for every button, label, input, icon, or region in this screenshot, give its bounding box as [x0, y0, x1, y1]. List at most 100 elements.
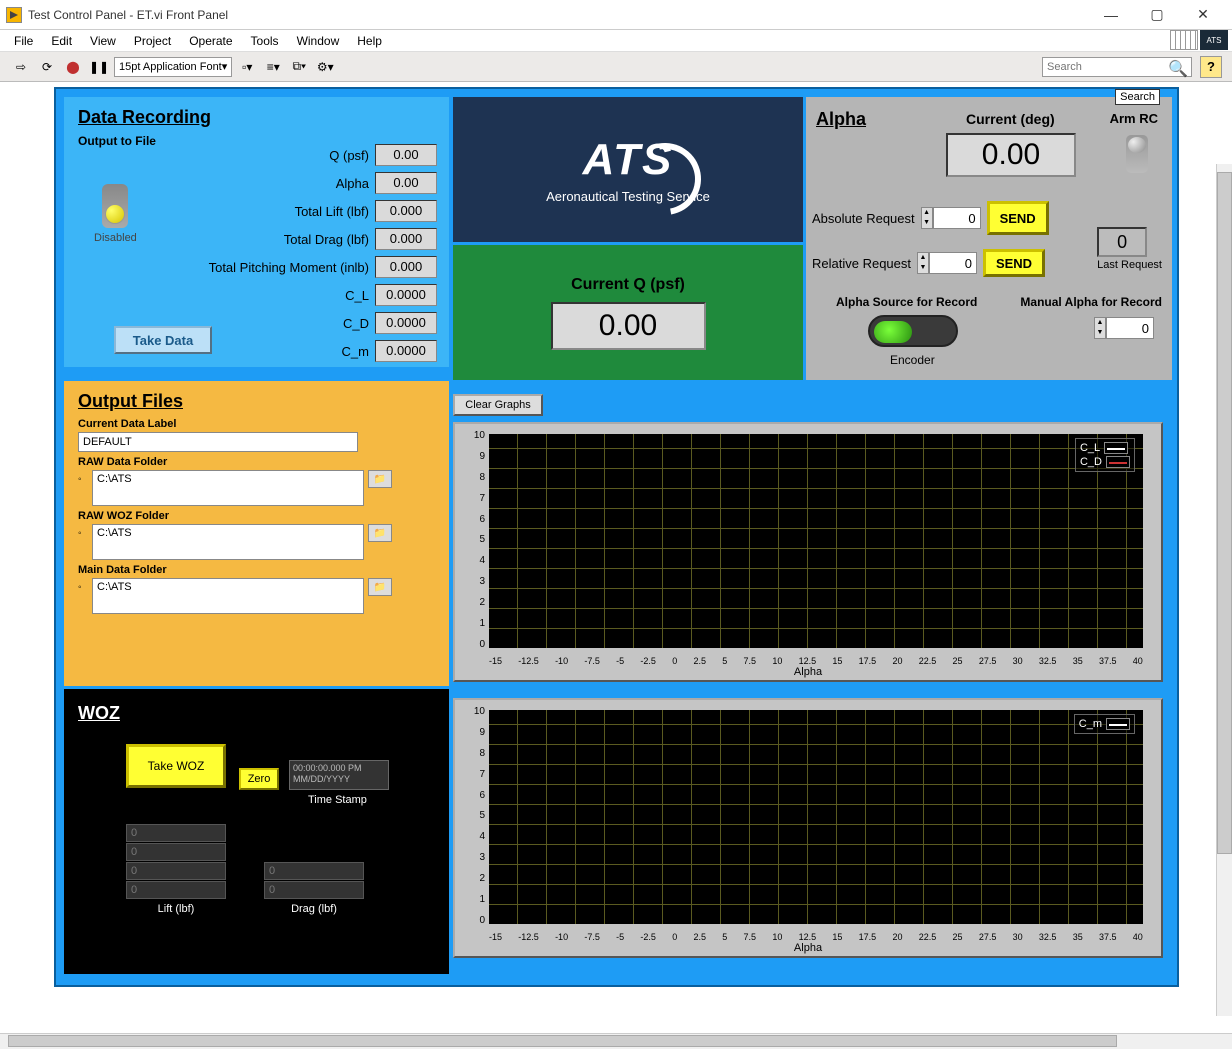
graph-area: Clear Graphs 109876543210 C_L C_D -15-12…	[453, 394, 1172, 974]
search-tooltip: Search	[1115, 89, 1160, 105]
alpha-value: 0.00	[375, 172, 437, 194]
zero-button[interactable]: Zero	[239, 768, 279, 790]
data-recording-heading: Data Recording	[64, 97, 449, 130]
menu-project[interactable]: Project	[126, 32, 179, 50]
current-deg-label: Current (deg)	[966, 111, 1055, 127]
toolbar: ⇨ ⟳ ⬤ ❚❚ 15pt Application Font ▾ ▫▾ ≡▾ ⧉…	[0, 52, 1232, 82]
window-title: Test Control Panel - ET.vi Front Panel	[28, 8, 1088, 22]
vertical-scrollbar[interactable]	[1216, 164, 1232, 1016]
browse-woz-button[interactable]: 📁	[368, 524, 392, 542]
cm-value: 0.0000	[375, 340, 437, 362]
output-files-panel: Output Files Current Data Label RAW Data…	[64, 381, 449, 686]
run-continuous-button[interactable]: ⟳	[36, 56, 58, 78]
browse-raw-button[interactable]: 📁	[368, 470, 392, 488]
legend-1: C_L C_D	[1075, 438, 1135, 472]
current-q-label: Current Q (psf)	[571, 276, 685, 294]
y-axis-ticks: 109876543210	[459, 430, 485, 650]
close-button[interactable]: ✕	[1180, 0, 1226, 30]
woz-heading: WOZ	[64, 689, 449, 732]
alpha-source-label: Alpha Source for Record	[836, 295, 977, 309]
main-panel: Data Recording Output to File Disabled Q…	[54, 87, 1179, 987]
timestamp-display: 00:00:00.000 PM MM/DD/YYYY	[289, 760, 389, 790]
legend-2: C_m	[1074, 714, 1135, 734]
drag-array-label: Drag (lbf)	[264, 903, 364, 915]
resize-button[interactable]: ⧉▾	[288, 56, 310, 78]
logo-panel: ATS Aeronautical Testing Service	[453, 97, 803, 242]
font-selector[interactable]: 15pt Application Font ▾	[114, 57, 232, 77]
relative-request-input[interactable]: ▲▼	[917, 252, 977, 274]
help-button[interactable]: ?	[1200, 56, 1222, 78]
woz-panel: WOZ Take WOZ Zero 00:00:00.000 PM MM/DD/…	[64, 689, 449, 974]
output-toggle[interactable]	[102, 184, 128, 228]
graph-cl-cd[interactable]: 109876543210 C_L C_D -15-12.5-10-7.5-5-2…	[453, 422, 1163, 682]
lift-array-label: Lift (lbf)	[126, 903, 226, 915]
x-axis-ticks: -15-12.5-10-7.5-5-2.502.557.51012.51517.…	[489, 656, 1143, 666]
maximize-button[interactable]: ▢	[1134, 0, 1180, 30]
manual-alpha-input[interactable]: ▲▼	[1094, 317, 1154, 339]
menu-window[interactable]: Window	[289, 32, 348, 50]
menu-operate[interactable]: Operate	[181, 32, 240, 50]
raw-folder-input[interactable]: C:\ATS	[92, 470, 364, 506]
current-deg-value: 0.00	[946, 133, 1076, 177]
current-q-value: 0.00	[551, 302, 706, 350]
drag-value: 0.000	[375, 228, 437, 250]
menu-edit[interactable]: Edit	[43, 32, 80, 50]
main-folder-input[interactable]: C:\ATS	[92, 578, 364, 614]
title-bar: Test Control Panel - ET.vi Front Panel —…	[0, 0, 1232, 30]
alpha-heading: Alpha	[816, 109, 866, 130]
run-button[interactable]: ⇨	[10, 56, 32, 78]
y-axis-ticks: 109876543210	[459, 706, 485, 926]
tree-icon: ◦	[78, 470, 88, 485]
last-request-label: Last Request	[1097, 259, 1162, 271]
output-toggle-label: Disabled	[94, 232, 137, 244]
ats-logo: ATS	[583, 135, 674, 185]
tree-icon: ◦	[78, 578, 88, 593]
abort-button[interactable]: ⬤	[62, 56, 84, 78]
menu-help[interactable]: Help	[349, 32, 390, 50]
search-icon: 🔍	[1168, 59, 1188, 79]
browse-main-button[interactable]: 📁	[368, 578, 392, 596]
absolute-request-input[interactable]: ▲▼	[921, 207, 981, 229]
arm-rc-toggle[interactable]	[1126, 135, 1148, 173]
pause-button[interactable]: ❚❚	[88, 56, 110, 78]
labview-icon	[6, 7, 22, 23]
alpha-source-toggle[interactable]	[868, 315, 958, 347]
data-label-input[interactable]	[78, 432, 358, 452]
x-axis-ticks: -15-12.5-10-7.5-5-2.502.557.51012.51517.…	[489, 932, 1143, 942]
cd-value: 0.0000	[375, 312, 437, 334]
data-recording-panel: Data Recording Output to File Disabled Q…	[64, 97, 449, 367]
menu-file[interactable]: File	[6, 32, 41, 50]
minimize-button[interactable]: —	[1088, 0, 1134, 30]
arm-rc-label: Arm RC	[1110, 111, 1158, 126]
grid-icon	[1170, 30, 1198, 50]
cl-value: 0.0000	[375, 284, 437, 306]
lift-value: 0.000	[375, 200, 437, 222]
timestamp-label: Time Stamp	[308, 794, 367, 806]
reorder-button[interactable]: ⚙▾	[314, 56, 336, 78]
moment-value: 0.000	[375, 256, 437, 278]
output-files-heading: Output Files	[64, 381, 449, 414]
menu-view[interactable]: View	[82, 32, 124, 50]
graph-cm[interactable]: 109876543210 C_m -15-12.5-10-7.5-5-2.502…	[453, 698, 1163, 958]
clear-graphs-button[interactable]: Clear Graphs	[453, 394, 543, 416]
horizontal-scrollbar[interactable]	[0, 1033, 1232, 1049]
ats-mini-logo: ATS	[1200, 30, 1228, 50]
current-q-panel: Current Q (psf) 0.00	[453, 245, 803, 380]
align-button[interactable]: ▫▾	[236, 56, 258, 78]
x-axis-label: Alpha	[794, 942, 822, 954]
x-axis-label: Alpha	[794, 666, 822, 678]
relative-send-button[interactable]: SEND	[983, 249, 1045, 277]
absolute-send-button[interactable]: SEND	[987, 201, 1049, 235]
take-data-button[interactable]: Take Data	[114, 326, 212, 354]
alpha-panel: Search Alpha Current (deg) 0.00 Arm RC A…	[806, 97, 1172, 380]
menu-tools[interactable]: Tools	[243, 32, 287, 50]
q-value: 0.00	[375, 144, 437, 166]
distribute-button[interactable]: ≡▾	[262, 56, 284, 78]
encoder-label: Encoder	[890, 353, 935, 367]
manual-alpha-label: Manual Alpha for Record	[1020, 295, 1162, 309]
tree-icon: ◦	[78, 524, 88, 539]
last-request-value: 0	[1097, 227, 1147, 257]
woz-folder-input[interactable]: C:\ATS	[92, 524, 364, 560]
take-woz-button[interactable]: Take WOZ	[126, 744, 226, 788]
menu-bar: File Edit View Project Operate Tools Win…	[0, 30, 1232, 52]
